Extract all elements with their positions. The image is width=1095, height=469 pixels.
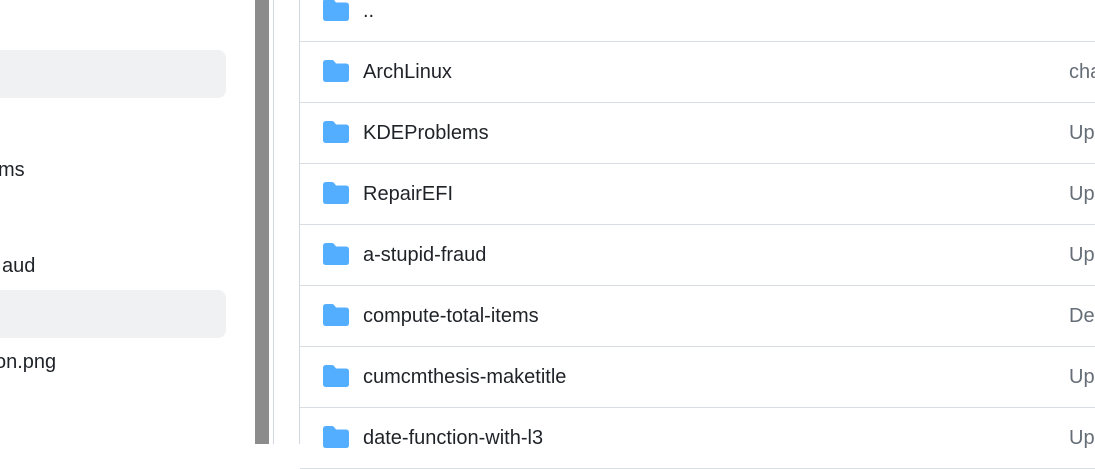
folder-icon bbox=[323, 243, 349, 265]
folder-icon bbox=[323, 365, 349, 387]
folder-icon bbox=[323, 0, 349, 21]
sidebar-item-selected[interactable] bbox=[0, 290, 226, 338]
file-row[interactable]: cumcmthesis-maketitle Up bbox=[300, 347, 1095, 408]
file-name[interactable]: KDEProblems bbox=[363, 120, 489, 146]
folder-icon bbox=[323, 304, 349, 326]
sidebar-resize-handle[interactable] bbox=[255, 0, 269, 444]
file-row-parent[interactable]: .. bbox=[300, 0, 1095, 42]
commit-message[interactable]: Up bbox=[1069, 364, 1095, 390]
sidebar-item[interactable]: ms bbox=[0, 158, 226, 182]
file-name[interactable]: date-function-with-l3 bbox=[363, 425, 543, 451]
file-name[interactable]: a-stupid-fraud bbox=[363, 242, 486, 268]
folder-icon bbox=[323, 121, 349, 143]
file-row[interactable]: compute-total-items De bbox=[300, 286, 1095, 347]
file-name[interactable]: cumcmthesis-maketitle bbox=[363, 364, 566, 390]
commit-message[interactable]: De bbox=[1069, 303, 1095, 329]
sidebar-item[interactable]: aud bbox=[0, 254, 226, 278]
file-row[interactable]: RepairEFI Up bbox=[300, 164, 1095, 225]
file-name[interactable]: .. bbox=[363, 0, 374, 24]
file-name[interactable]: RepairEFI bbox=[363, 181, 453, 207]
file-name[interactable]: compute-total-items bbox=[363, 303, 539, 329]
commit-message[interactable]: Up bbox=[1069, 425, 1095, 451]
file-row[interactable]: a-stupid-fraud Up bbox=[300, 225, 1095, 286]
sidebar-item-label: aud bbox=[2, 255, 36, 277]
sidebar-item[interactable]: on.png bbox=[0, 350, 226, 374]
folder-icon bbox=[323, 426, 349, 448]
file-list: .. ArchLinux cha KDEProblems Up RepairEF… bbox=[299, 0, 1095, 469]
folder-icon bbox=[323, 60, 349, 82]
file-row[interactable]: KDEProblems Up bbox=[300, 103, 1095, 164]
file-name[interactable]: ArchLinux bbox=[363, 59, 452, 85]
divider bbox=[273, 0, 274, 444]
commit-message[interactable]: Up bbox=[1069, 242, 1095, 268]
commit-message[interactable]: cha bbox=[1069, 59, 1095, 85]
sidebar-item-label: on.png bbox=[0, 351, 57, 373]
file-row[interactable]: ArchLinux cha bbox=[300, 42, 1095, 103]
sidebar-item-highlighted[interactable] bbox=[0, 50, 226, 98]
folder-icon bbox=[323, 182, 349, 204]
file-tree-sidebar: ms aud on.png bbox=[0, 0, 255, 444]
file-row[interactable]: date-function-with-l3 Up bbox=[300, 408, 1095, 469]
commit-message[interactable]: Up bbox=[1069, 181, 1095, 207]
sidebar-item-label: ms bbox=[0, 159, 25, 181]
commit-message[interactable]: Up bbox=[1069, 120, 1095, 146]
